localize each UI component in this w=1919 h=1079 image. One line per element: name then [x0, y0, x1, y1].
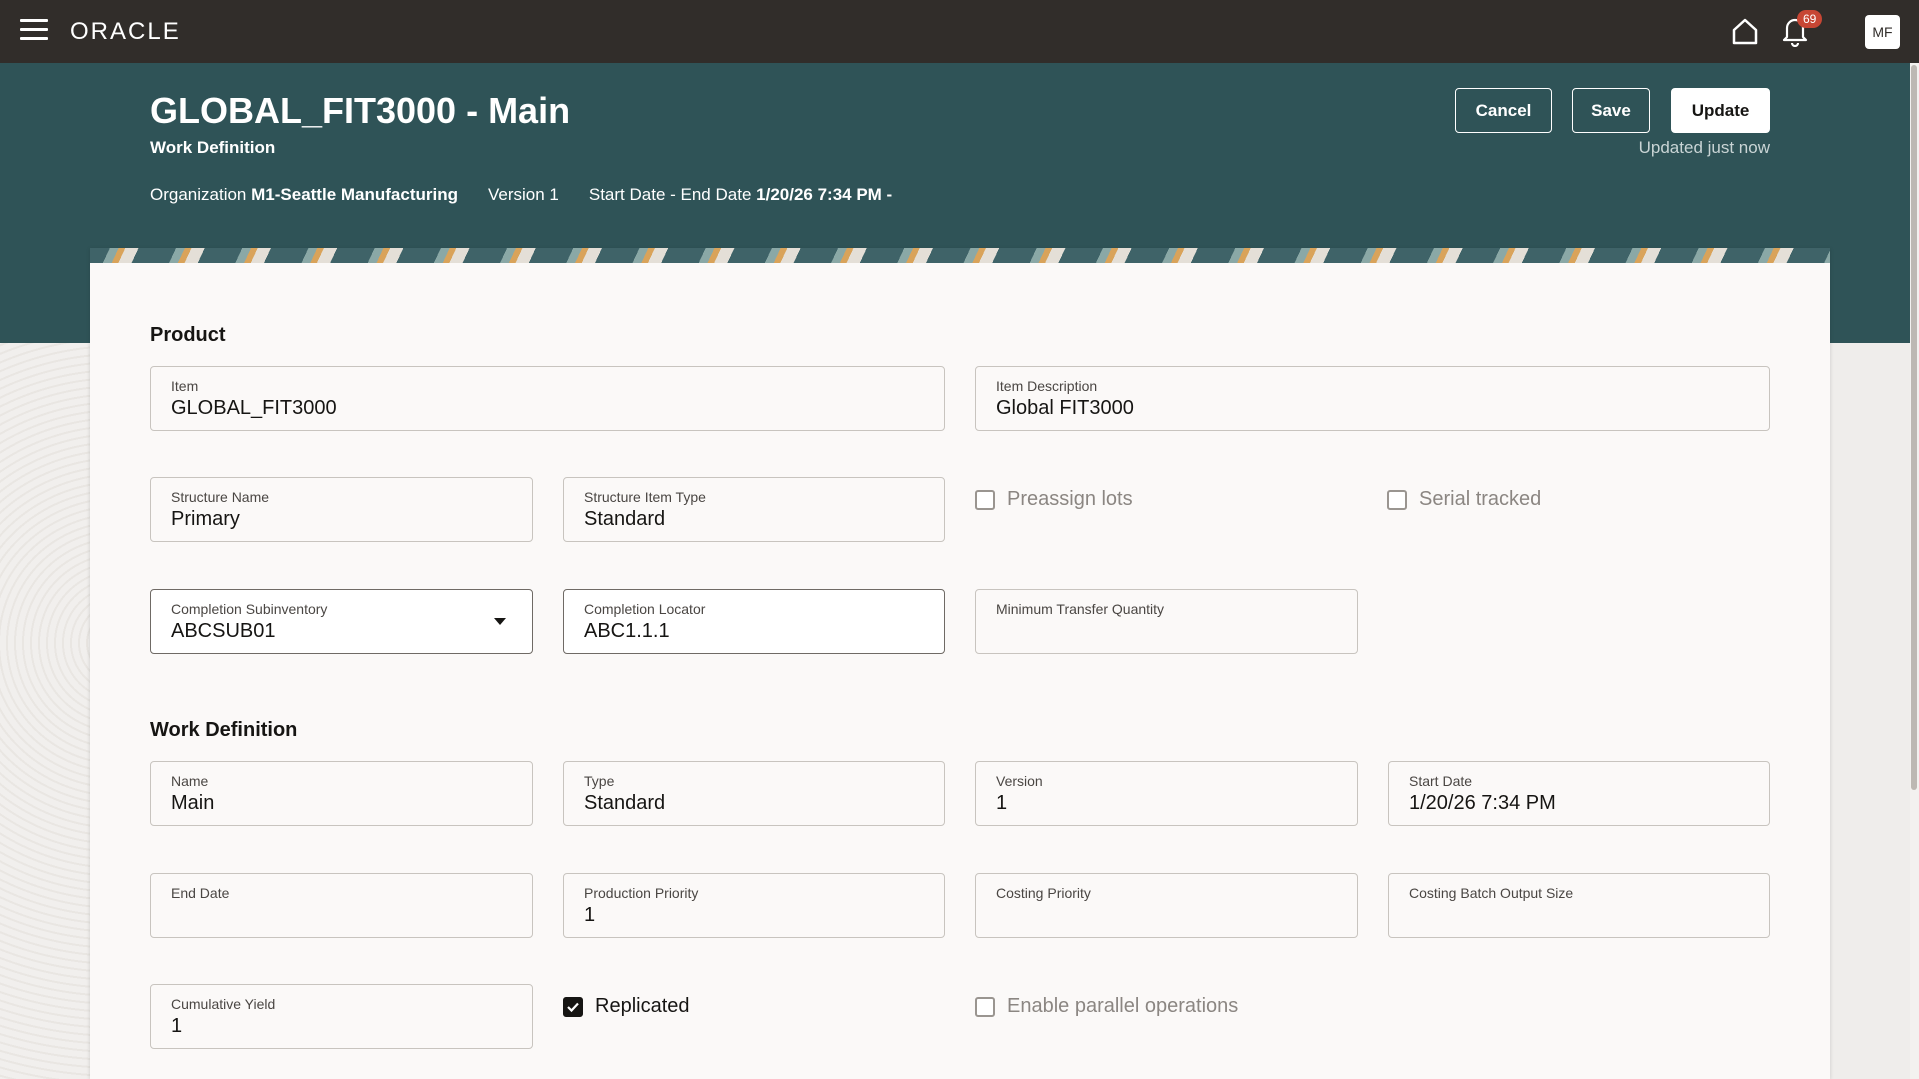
version-field: Version 1 — [975, 761, 1358, 826]
organization-meta: Organization M1-Seattle Manufacturing — [150, 185, 458, 205]
preassign-lots-label: Preassign lots — [1007, 488, 1133, 510]
name-value: Main — [171, 792, 215, 814]
dates-label: Start Date - End Date — [588, 185, 752, 204]
item-field: Item GLOBAL_FIT3000 — [150, 366, 945, 431]
production-priority-field: Production Priority 1 — [563, 873, 945, 938]
item-label: Item — [171, 378, 199, 394]
completion-locator-input[interactable]: Completion Locator ABC1.1.1 — [563, 589, 945, 654]
page-title: GLOBAL_FIT3000 - Main — [150, 90, 571, 131]
update-button[interactable]: Update — [1671, 88, 1770, 133]
minimum-transfer-quantity-label: Minimum Transfer Quantity — [996, 601, 1165, 617]
cancel-button[interactable]: Cancel — [1455, 88, 1552, 133]
end-date-field: End Date — [150, 873, 533, 938]
product-section-title: Product — [150, 324, 226, 346]
updated-status-text: Updated just now — [1638, 138, 1770, 157]
start-date-label: Start Date — [1409, 773, 1473, 789]
completion-locator-value: ABC1.1.1 — [584, 620, 670, 642]
oracle-logo: ORACLE — [70, 18, 181, 45]
start-date-value: 1/20/26 7:34 PM — [1409, 792, 1556, 814]
checkmark-icon — [567, 1002, 579, 1012]
save-button[interactable]: Save — [1572, 88, 1650, 133]
replicated-label: Replicated — [595, 995, 690, 1017]
structure-name-label: Structure Name — [171, 489, 270, 505]
type-label: Type — [584, 773, 615, 789]
end-date-label: End Date — [171, 885, 230, 901]
start-date-field: Start Date 1/20/26 7:34 PM — [1388, 761, 1770, 826]
chevron-down-icon[interactable] — [494, 618, 506, 625]
completion-subinventory-select[interactable]: Completion Subinventory ABCSUB01 — [150, 589, 533, 654]
home-icon[interactable] — [1730, 16, 1760, 46]
organization-value: M1-Seattle Manufacturing — [251, 185, 458, 204]
type-value: Standard — [584, 792, 666, 814]
serial-tracked-checkbox[interactable]: Serial tracked — [1387, 488, 1541, 511]
dates-meta: Start Date - End Date 1/20/26 7:34 PM - — [589, 185, 892, 205]
production-priority-label: Production Priority — [584, 885, 699, 901]
serial-tracked-box[interactable] — [1387, 489, 1407, 510]
name-field: Name Main — [150, 761, 533, 826]
version-label: Version — [996, 773, 1043, 789]
structure-item-type-field: Structure Item Type Standard — [563, 477, 945, 542]
costing-batch-output-size-field: Costing Batch Output Size — [1388, 873, 1770, 938]
costing-priority-label: Costing Priority — [996, 885, 1091, 901]
item-description-field: Item Description Global FIT3000 — [975, 366, 1770, 431]
replicated-box[interactable] — [563, 996, 583, 1017]
dates-value: 1/20/26 7:34 PM - — [756, 185, 893, 204]
cumulative-yield-label: Cumulative Yield — [171, 996, 276, 1012]
version-value: 1 — [996, 792, 1008, 814]
notification-count-badge: 69 — [1797, 10, 1823, 28]
structure-name-field: Structure Name Primary — [150, 477, 533, 542]
production-priority-value: 1 — [584, 904, 596, 926]
structure-item-type-value: Standard — [584, 508, 666, 530]
page-subtitle: Work Definition — [150, 138, 276, 157]
costing-batch-output-size-label: Costing Batch Output Size — [1409, 885, 1574, 901]
serial-tracked-label: Serial tracked — [1419, 488, 1542, 510]
header-meta-row: Organization M1-Seattle Manufacturing Ve… — [150, 185, 892, 205]
item-description-label: Item Description — [996, 378, 1098, 394]
version-meta: Version 1 — [487, 185, 559, 204]
type-field: Type Standard — [563, 761, 945, 826]
name-label: Name — [171, 773, 209, 789]
background-decoration — [0, 343, 90, 1079]
enable-parallel-operations-checkbox[interactable]: Enable parallel operations — [975, 995, 1238, 1018]
structure-name-value: Primary — [171, 508, 240, 530]
background-decoration-right — [1830, 343, 1919, 1079]
completion-locator-label: Completion Locator — [584, 601, 706, 617]
minimum-transfer-quantity-field: Minimum Transfer Quantity — [975, 589, 1358, 654]
structure-item-type-label: Structure Item Type — [584, 489, 706, 505]
cumulative-yield-field: Cumulative Yield 1 — [150, 984, 533, 1049]
hamburger-menu-icon[interactable] — [20, 19, 48, 43]
organization-label: Organization — [150, 185, 247, 204]
completion-subinventory-label: Completion Subinventory — [171, 601, 328, 617]
cumulative-yield-value: 1 — [171, 1015, 183, 1037]
preassign-lots-checkbox[interactable]: Preassign lots — [975, 488, 1133, 511]
user-avatar[interactable]: MF — [1865, 15, 1900, 49]
item-value: GLOBAL_FIT3000 — [171, 397, 337, 419]
costing-priority-field: Costing Priority — [975, 873, 1358, 938]
enable-parallel-operations-box[interactable] — [975, 996, 995, 1017]
decorative-banner-strip — [90, 248, 1830, 263]
global-header: ORACLE 69 MF — [0, 0, 1919, 63]
preassign-lots-box[interactable] — [975, 489, 995, 510]
page-scrollbar[interactable] — [1910, 63, 1919, 1079]
scrollbar-thumb[interactable] — [1911, 65, 1917, 790]
item-description-value: Global FIT3000 — [996, 397, 1134, 419]
replicated-checkbox[interactable]: Replicated — [563, 995, 690, 1018]
enable-parallel-operations-label: Enable parallel operations — [1007, 995, 1239, 1017]
completion-subinventory-value: ABCSUB01 — [171, 620, 276, 642]
work-definition-section-title: Work Definition — [150, 719, 298, 741]
